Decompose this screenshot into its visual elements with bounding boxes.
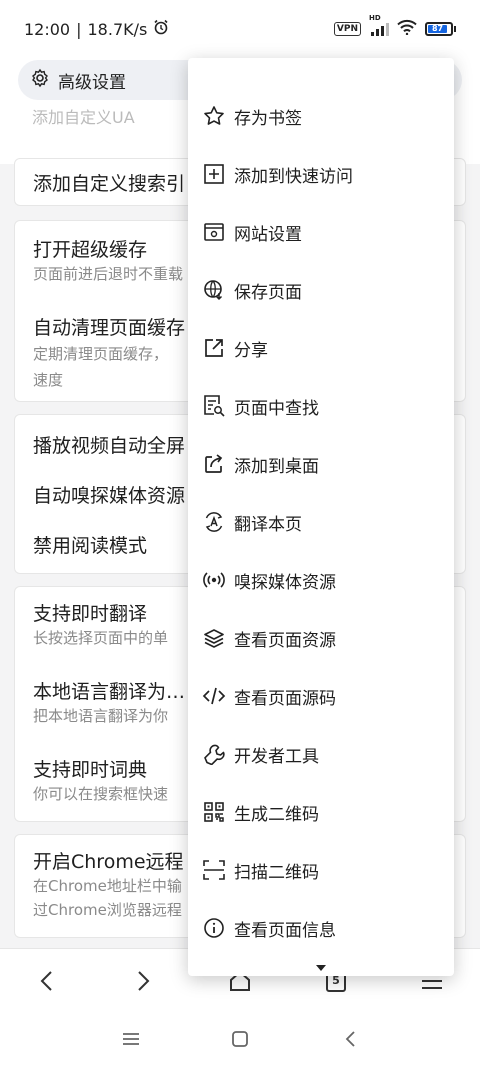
setting-chrome-remote-desc: 在Chrome地址栏中输 xyxy=(33,877,182,895)
menu-item-label: 添加到桌面 xyxy=(234,456,319,477)
status-time: 12:00 xyxy=(24,19,71,39)
setting-custom-search-engine[interactable]: 添加自定义搜索引 xyxy=(33,169,185,196)
menu-item-bookmark[interactable]: 存为书签 xyxy=(188,89,454,143)
menu-item-add-quick-access[interactable]: 添加到快速访问 xyxy=(188,147,454,201)
setting-instant-dictionary-desc: 你可以在搜索框快速 xyxy=(33,785,169,803)
setting-auto-clear-cache-desc-2: 速度 xyxy=(33,371,64,389)
add-box-icon xyxy=(202,162,226,186)
menu-item-label: 生成二维码 xyxy=(234,804,319,825)
network-type-label: HD xyxy=(369,14,381,22)
setting-auto-clear-cache[interactable]: 自动清理页面缓存 xyxy=(33,313,185,340)
setting-instant-translate[interactable]: 支持即时翻译 xyxy=(33,599,147,626)
battery-level: 87 xyxy=(428,25,448,33)
menu-item-label: 查看页面资源 xyxy=(234,630,336,651)
setting-auto-clear-cache-desc: 定期清理页面缓存， xyxy=(33,345,169,363)
code-icon xyxy=(202,684,226,708)
setting-super-cache[interactable]: 打开超级缓存 xyxy=(33,235,147,262)
page-title: 高级设置 xyxy=(58,72,126,93)
menu-item-label: 分享 xyxy=(234,340,268,361)
gear-icon xyxy=(30,68,50,93)
menu-item-label: 保存页面 xyxy=(234,282,302,303)
info-icon xyxy=(202,916,226,940)
menu-item-label: 页面中查找 xyxy=(234,398,319,419)
setting-instant-translate-desc: 长按选择页面中的单 xyxy=(33,629,169,647)
menu-item-share[interactable]: 分享 xyxy=(188,321,454,375)
vpn-badge: VPN xyxy=(333,22,361,36)
site-settings-icon xyxy=(202,220,226,244)
menu-item-developer-tools[interactable]: 开发者工具 xyxy=(188,727,454,781)
home-nav-button[interactable] xyxy=(225,1024,255,1054)
menu-item-label: 存为书签 xyxy=(234,108,302,129)
qr-code-icon xyxy=(202,800,226,824)
caret-down-icon[interactable] xyxy=(313,958,329,971)
battery-icon: 87 xyxy=(425,22,456,36)
star-icon xyxy=(202,104,226,128)
setting-auto-sniff-media[interactable]: 自动嗅探媒体资源 xyxy=(33,481,185,508)
menu-item-label: 网站设置 xyxy=(234,224,302,245)
menu-item-label: 查看页面信息 xyxy=(234,920,336,941)
status-bar: 12:00 | 18.7K/s VPN HD 87 xyxy=(0,0,480,58)
setting-local-language-translate[interactable]: 本地语言翻译为… xyxy=(33,677,185,704)
share-icon xyxy=(202,336,226,360)
menu-item-translate-page[interactable]: 翻译本页 xyxy=(188,495,454,549)
menu-item-find-in-page[interactable]: 页面中查找 xyxy=(188,379,454,433)
status-speed: 18.7K/s xyxy=(87,19,148,39)
menu-item-view-resources[interactable]: 查看页面资源 xyxy=(188,611,454,665)
menu-item-label: 开发者工具 xyxy=(234,746,319,767)
setting-chrome-remote[interactable]: 开启Chrome远程 xyxy=(33,847,184,874)
setting-chrome-remote-desc-2: 过Chrome浏览器远程 xyxy=(33,901,182,919)
header-peek-text: 添加自定义UA xyxy=(32,108,135,127)
overflow-menu: 存为书签 添加到快速访问 网站设置 保存页面 分享 页面中查找 添加到桌面 翻译… xyxy=(188,58,454,976)
menu-item-label: 添加到快速访问 xyxy=(234,166,353,187)
globe-download-icon xyxy=(202,278,226,302)
menu-item-page-info[interactable]: 查看页面信息 xyxy=(188,901,454,955)
translate-icon xyxy=(202,510,226,534)
menu-item-sniff-media[interactable]: 嗅探媒体资源 xyxy=(188,553,454,607)
add-to-desktop-icon xyxy=(202,452,226,476)
setting-local-language-translate-desc: 把本地语言翻译为你 xyxy=(33,707,169,725)
wrench-icon xyxy=(202,742,226,766)
setting-super-cache-desc: 页面前进后退时不重载 xyxy=(33,265,184,283)
menu-item-view-source[interactable]: 查看页面源码 xyxy=(188,669,454,723)
back-nav-button[interactable] xyxy=(335,1024,365,1054)
find-in-page-icon xyxy=(202,394,226,418)
system-nav-bar xyxy=(0,1012,480,1067)
menu-item-generate-qr[interactable]: 生成二维码 xyxy=(188,785,454,839)
menu-item-save-page[interactable]: 保存页面 xyxy=(188,263,454,317)
setting-video-fullscreen[interactable]: 播放视频自动全屏 xyxy=(33,431,185,458)
menu-item-label: 翻译本页 xyxy=(234,514,302,535)
menu-item-site-settings[interactable]: 网站设置 xyxy=(188,205,454,259)
menu-item-label: 查看页面源码 xyxy=(234,688,336,709)
menu-item-label: 扫描二维码 xyxy=(234,862,319,883)
signal-icon: HD xyxy=(369,14,389,36)
scan-icon xyxy=(202,858,226,882)
sniff-media-icon xyxy=(202,568,226,592)
wifi-icon xyxy=(397,19,417,39)
layers-icon xyxy=(202,626,226,650)
forward-button[interactable] xyxy=(126,963,162,999)
recent-apps-button[interactable] xyxy=(116,1024,146,1054)
setting-disable-reader-mode[interactable]: 禁用阅读模式 xyxy=(33,531,147,558)
setting-instant-dictionary[interactable]: 支持即时词典 xyxy=(33,755,147,782)
menu-item-scan-qr[interactable]: 扫描二维码 xyxy=(188,843,454,897)
back-button[interactable] xyxy=(28,963,64,999)
alarm-icon xyxy=(153,19,169,39)
menu-item-add-to-desktop[interactable]: 添加到桌面 xyxy=(188,437,454,491)
status-separator: | xyxy=(76,19,82,39)
menu-item-label: 嗅探媒体资源 xyxy=(234,572,336,593)
